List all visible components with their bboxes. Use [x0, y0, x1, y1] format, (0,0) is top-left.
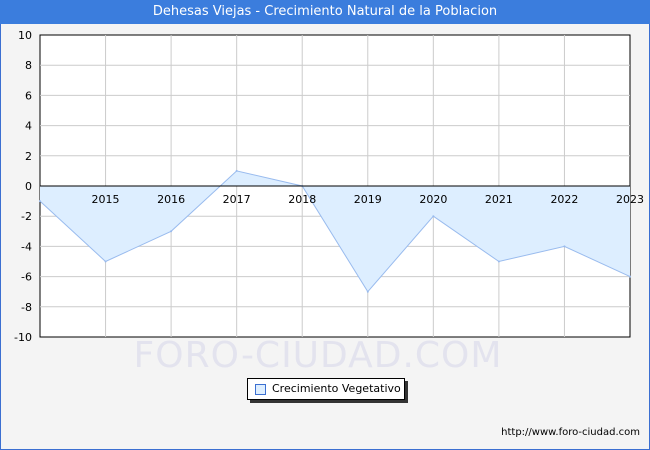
- y-tick-label: -8: [21, 301, 32, 314]
- y-tick-label: 8: [25, 59, 32, 72]
- data-point: [104, 260, 107, 263]
- y-tick-label: 10: [18, 29, 32, 42]
- data-point: [39, 200, 41, 203]
- x-tick-label: 2018: [288, 193, 316, 206]
- y-tick-label: 4: [25, 120, 32, 133]
- x-tick-label: 2016: [157, 193, 185, 206]
- x-tick-label: 2022: [550, 193, 578, 206]
- x-tick-label: 2017: [223, 193, 251, 206]
- x-tick-label: 2023: [616, 193, 644, 206]
- data-point: [366, 290, 369, 293]
- data-point: [235, 169, 238, 172]
- data-point: [563, 245, 566, 248]
- y-tick-label: -2: [21, 210, 32, 223]
- data-point: [629, 275, 631, 278]
- legend: Crecimiento Vegetativo: [247, 378, 405, 400]
- legend-swatch: [255, 384, 266, 395]
- x-tick-label: 2015: [92, 193, 120, 206]
- x-tick-label: 2019: [354, 193, 382, 206]
- y-tick-label: -4: [21, 240, 32, 253]
- legend-label: Crecimiento Vegetativo: [272, 382, 401, 395]
- y-tick-label: 0: [25, 180, 32, 193]
- data-point: [170, 230, 173, 233]
- footer-url[interactable]: http://www.foro-ciudad.com: [501, 427, 640, 438]
- y-tick-label: 2: [25, 150, 32, 163]
- watermark: FORO-CIUDAD.COM: [134, 335, 503, 376]
- x-tick-label: 2020: [419, 193, 447, 206]
- y-tick-label: 6: [25, 89, 32, 102]
- y-tick-label: -10: [14, 331, 32, 344]
- x-tick-label: 2021: [485, 193, 513, 206]
- data-point: [497, 260, 500, 263]
- data-point: [432, 215, 435, 218]
- y-tick-label: -6: [21, 271, 32, 284]
